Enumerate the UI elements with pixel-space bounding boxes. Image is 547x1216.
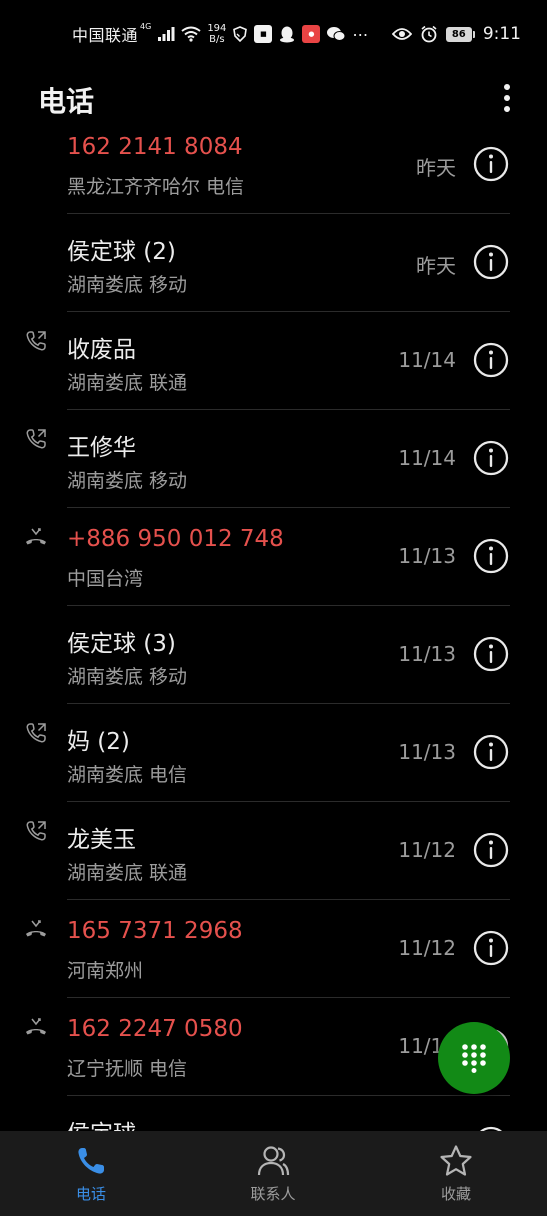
- network-speed-value: 194: [207, 23, 227, 34]
- status-bar: 中国联通 4G 194 B/s ■ ● ⋯ 86 9:11: [0, 0, 547, 66]
- call-details-button[interactable]: [473, 146, 509, 182]
- battery-indicator: 86: [445, 26, 475, 42]
- more-dot-icon: [504, 95, 510, 101]
- dialpad-button[interactable]: [438, 1022, 510, 1094]
- tab-favorites-label: 收藏: [440, 1185, 471, 1203]
- caller-location: 湖南娄底 移动: [67, 470, 188, 492]
- vpn-shield-icon: [233, 26, 248, 42]
- bottom-navigation: 电话 联系人 收藏: [0, 1131, 547, 1216]
- network-speed-unit: B/s: [209, 34, 225, 45]
- missed-call-icon: [26, 920, 46, 937]
- call-date: 11/13: [398, 544, 456, 568]
- dialpad-icon: [462, 1044, 486, 1073]
- call-details-button[interactable]: [473, 538, 509, 574]
- call-date: 昨天: [416, 156, 456, 180]
- caller-name: +886 950 012 748: [67, 526, 284, 552]
- phone-icon: [78, 1148, 104, 1174]
- outgoing-call-icon: [26, 723, 46, 743]
- call-log-row[interactable]: 侯定球 (3) 湖南娄底 移动 11/13: [0, 606, 547, 704]
- caller-name: 收废品: [67, 337, 136, 363]
- call-details-button[interactable]: [473, 440, 509, 476]
- caller-name: 165 7371 2968: [67, 918, 243, 944]
- contacts-icon: [257, 1146, 290, 1176]
- outgoing-call-icon: [26, 331, 46, 351]
- more-dot-icon: [504, 106, 510, 112]
- more-dot-icon: [504, 84, 510, 90]
- call-date: 11/12: [398, 838, 456, 862]
- caller-location: 辽宁抚顺 电信: [67, 1058, 188, 1080]
- call-details-button[interactable]: [473, 930, 509, 966]
- alarm-icon: [421, 25, 437, 43]
- app-badge-icon: ●: [302, 25, 321, 43]
- outgoing-call-icon: [26, 821, 46, 841]
- call-log-row[interactable]: 侯定球: [0, 1096, 547, 1132]
- outgoing-call-icon: [26, 429, 46, 449]
- call-log-list[interactable]: 162 2141 8084 黑龙江齐齐哈尔 电信 昨天 侯定球 (2) 湖南娄底 移动昨…: [0, 116, 547, 1132]
- page-title: 电话: [38, 85, 95, 118]
- eye-comfort-icon: [391, 28, 412, 40]
- caller-name: 侯定球: [67, 1114, 136, 1132]
- caller-location: 中国台湾: [67, 568, 144, 590]
- caller-location: 河南郑州: [67, 960, 144, 982]
- star-icon: [440, 1145, 472, 1176]
- tab-phone[interactable]: 电话: [31, 1131, 151, 1216]
- call-details-button[interactable]: [473, 342, 509, 378]
- caller-location: 湖南娄底 联通: [67, 862, 188, 884]
- caller-name: 妈 (2): [67, 729, 130, 755]
- more-notifications-icon: ⋯: [352, 24, 369, 44]
- call-details-button[interactable]: [473, 734, 509, 770]
- caller-location: 湖南娄底 联通: [67, 372, 188, 394]
- tab-phone-label: 电话: [75, 1185, 106, 1203]
- call-date: 11/14: [398, 348, 456, 372]
- tab-favorites[interactable]: 收藏: [396, 1131, 516, 1216]
- call-date: 11/13: [398, 740, 456, 764]
- call-details-button[interactable]: [473, 832, 509, 868]
- caller-name: 162 2247 0580: [67, 1016, 243, 1042]
- caller-name: 侯定球 (2): [67, 239, 176, 265]
- call-date: 11/14: [398, 446, 456, 470]
- call-date: 11/13: [398, 642, 456, 666]
- app-notification-icon: ■: [254, 25, 273, 43]
- battery-tip: [472, 30, 475, 38]
- status-time: 9:11: [482, 24, 521, 44]
- tab-contacts[interactable]: 联系人: [213, 1131, 333, 1216]
- call-log-row[interactable]: 收废品湖南娄底 联通 11/14: [0, 312, 547, 410]
- battery-level: 86: [445, 26, 472, 42]
- caller-location: 湖南娄底 移动: [67, 274, 188, 296]
- call-details-button[interactable]: [473, 636, 509, 672]
- caller-location: 湖南娄底 电信: [67, 764, 188, 786]
- call-log-row[interactable]: 162 2141 8084 黑龙江齐齐哈尔 电信 昨天: [0, 116, 547, 214]
- network-speed: 194 B/s: [207, 23, 226, 45]
- caller-name: 王修华: [67, 435, 136, 461]
- status-bar-right: 86 9:11: [391, 20, 521, 48]
- caller-location: 黑龙江齐齐哈尔 电信: [67, 176, 245, 198]
- call-details-button[interactable]: [473, 244, 509, 280]
- wifi-icon: [181, 26, 201, 42]
- network-generation: 4G: [140, 22, 152, 31]
- call-log-row[interactable]: 165 7371 2968 河南郑州 11/12: [0, 900, 547, 998]
- call-date: 昨天: [416, 254, 456, 278]
- caller-name: 162 2141 8084: [67, 134, 243, 160]
- call-log-row[interactable]: +886 950 012 748 中国台湾 11/13: [0, 508, 547, 606]
- missed-call-icon: [26, 1018, 46, 1035]
- tab-contacts-label: 联系人: [250, 1185, 296, 1203]
- signal-strength-icon: [158, 27, 175, 41]
- caller-location: 湖南娄底 移动: [67, 666, 188, 688]
- call-log-row[interactable]: 侯定球 (2) 湖南娄底 移动 昨天: [0, 214, 547, 312]
- call-log-row[interactable]: 王修华湖南娄底 移动 11/14: [0, 410, 547, 508]
- call-date: 11/12: [398, 936, 456, 960]
- call-log-row[interactable]: 龙美玉湖南娄底 联通 11/12: [0, 802, 547, 900]
- wechat-icon: [327, 27, 346, 41]
- missed-call-icon: [26, 528, 46, 545]
- caller-name: 龙美玉: [67, 827, 136, 853]
- caller-name: 侯定球 (3): [67, 631, 176, 657]
- carrier-name: 中国联通: [72, 26, 139, 45]
- qq-icon: [280, 26, 295, 43]
- status-bar-left: 中国联通 4G 194 B/s ■ ● ⋯: [72, 20, 368, 48]
- call-log-row[interactable]: 妈 (2) 湖南娄底 电信 11/13: [0, 704, 547, 802]
- more-options-button[interactable]: [497, 80, 517, 116]
